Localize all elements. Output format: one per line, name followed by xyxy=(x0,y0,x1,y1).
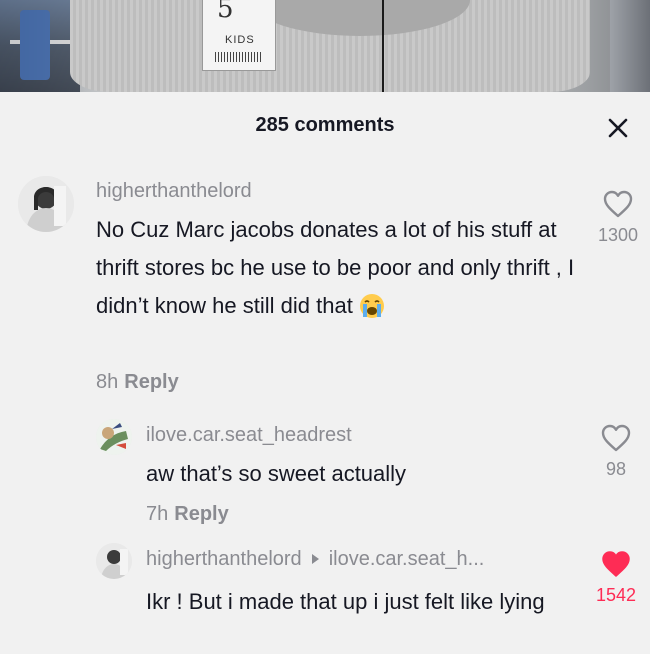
comment-meta: 8h Reply xyxy=(96,371,179,394)
reply-arrow-icon xyxy=(311,554,319,564)
heart-outline-icon xyxy=(603,190,633,218)
comment-count: 285 comments xyxy=(255,114,395,136)
reply-button[interactable]: Reply xyxy=(174,503,228,525)
reply-username[interactable]: ilove.car.seat_headrest xyxy=(146,424,352,447)
avatar[interactable] xyxy=(18,176,74,232)
clothing-rack xyxy=(0,0,80,92)
reply-time: 7h xyxy=(146,503,169,525)
like-count: 1300 xyxy=(597,225,639,245)
tag-text: KIDS xyxy=(225,34,255,46)
comment-text: No Cuz Marc jacobs donates a lot of his … xyxy=(96,211,576,331)
reply-text: aw that’s so sweet actually xyxy=(146,461,407,486)
price-tag: 5 KIDS xyxy=(202,0,276,71)
avatar[interactable] xyxy=(96,543,132,579)
reply-meta: 7h Reply xyxy=(146,503,229,526)
like-button[interactable]: 1542 xyxy=(586,549,646,606)
comment-username[interactable]: higherthanthelord xyxy=(96,180,252,203)
comments-header: 285 comments xyxy=(0,92,650,162)
like-count: 98 xyxy=(605,459,627,479)
close-icon[interactable] xyxy=(606,116,630,140)
video-background: 5 KIDS xyxy=(0,0,650,92)
loudly-crying-face-icon xyxy=(359,293,385,331)
like-button[interactable]: 1300 xyxy=(588,189,648,246)
like-button[interactable]: 98 xyxy=(586,423,646,480)
tag-size: 5 xyxy=(217,0,234,24)
like-count: 1542 xyxy=(595,585,637,605)
reply-username: higherthanthelord ilove.car.seat_h... xyxy=(146,548,484,571)
reply-button[interactable]: Reply xyxy=(124,371,178,393)
reply-author[interactable]: higherthanthelord xyxy=(146,548,302,570)
heart-filled-icon xyxy=(602,551,630,577)
comment-text-content: No Cuz Marc jacobs donates a lot of his … xyxy=(96,217,575,318)
barcode xyxy=(215,52,263,62)
heart-outline-icon xyxy=(601,424,631,452)
reply-text: Ikr ! But i made that up i just felt lik… xyxy=(146,589,545,614)
reply-to-username[interactable]: ilove.car.seat_h... xyxy=(329,548,485,570)
comment-time: 8h xyxy=(96,371,119,393)
avatar[interactable] xyxy=(96,419,132,455)
background-pole xyxy=(610,0,650,92)
tag-string xyxy=(382,0,384,92)
